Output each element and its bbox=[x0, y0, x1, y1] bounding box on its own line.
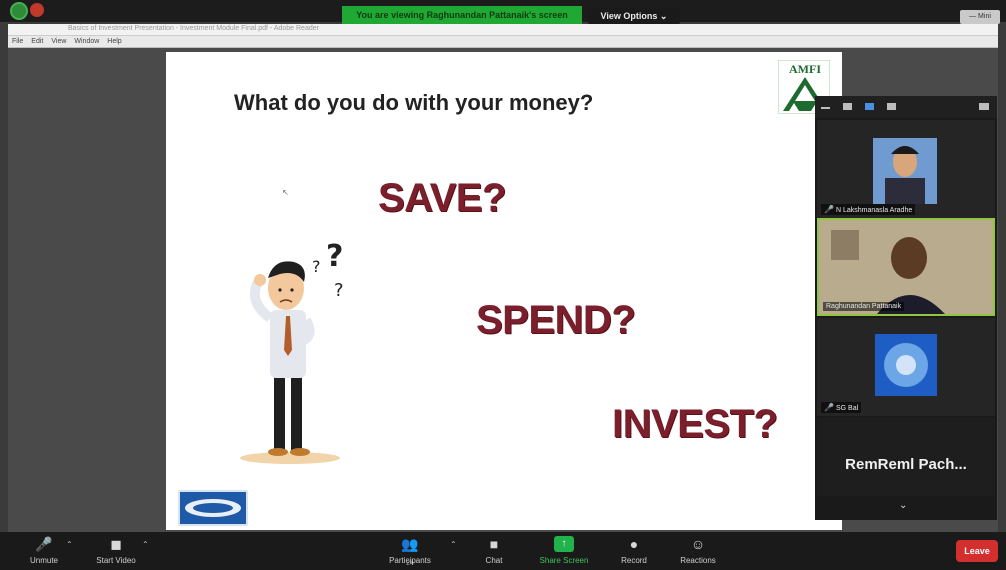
slide-title: What do you do with your money? bbox=[234, 90, 594, 115]
participants-button[interactable]: 👥24 Participants bbox=[380, 534, 440, 568]
participant-tile[interactable]: 🎤 SG Bal bbox=[817, 318, 995, 416]
start-video-label: Start Video bbox=[96, 556, 136, 565]
record-label: Record bbox=[621, 556, 647, 565]
view-strip-icon[interactable] bbox=[865, 103, 874, 110]
participant-name: SG Bal bbox=[835, 405, 859, 412]
participant-name: N Lakshmanasla Aradhe bbox=[835, 207, 913, 214]
muted-mic-icon: 🎤 bbox=[824, 205, 834, 214]
bank-logo bbox=[178, 490, 248, 526]
video-options-chevron-icon[interactable]: ⌃ bbox=[142, 540, 149, 549]
shared-window-titlebar: Basics of Investment Presentation - Inve… bbox=[8, 24, 998, 36]
chat-icon: ■ bbox=[489, 536, 499, 552]
participant-name-label: 🎤 N Lakshmanasla Aradhe bbox=[821, 204, 916, 215]
reactions-icon: ☺ bbox=[690, 536, 706, 552]
record-icon: ● bbox=[629, 536, 639, 552]
menu-file[interactable]: File bbox=[12, 36, 23, 47]
slide-word-spend: SPEND? bbox=[476, 298, 636, 342]
menu-view[interactable]: View bbox=[51, 36, 66, 47]
svg-text:?: ? bbox=[312, 257, 321, 276]
active-speaker-tile[interactable]: Raghunandan Pattanaik bbox=[817, 218, 995, 316]
reactions-label: Reactions bbox=[680, 556, 716, 565]
participant-name-label: 🎤 SG Bal bbox=[821, 402, 862, 413]
meeting-toolbar: 🎤 Unmute ⌃ ◼ Start Video ⌃ 👥24 Participa… bbox=[0, 532, 1006, 570]
record-button[interactable]: ● Record bbox=[604, 534, 664, 568]
slide-word-invest: INVEST? bbox=[612, 402, 778, 446]
chat-label: Chat bbox=[485, 556, 503, 565]
share-screen-button[interactable]: ↑ Share Screen bbox=[534, 534, 594, 568]
svg-text:?: ? bbox=[334, 280, 344, 301]
participants-icon: 👥24 bbox=[401, 536, 419, 567]
reactions-button[interactable]: ☺ Reactions bbox=[668, 534, 728, 568]
video-off-icon: ◼ bbox=[110, 536, 122, 552]
participant-name: Raghunandan Pattanaik bbox=[826, 303, 902, 310]
zoom-meeting-window: You are viewing Raghunandan Pattanaik's … bbox=[0, 0, 1006, 570]
bank-logo-emblem-icon bbox=[185, 499, 241, 517]
muted-mic-icon: 🎤 bbox=[824, 403, 834, 412]
start-video-button[interactable]: ◼ Start Video bbox=[86, 534, 146, 568]
participant-tile[interactable]: 🎤 N Lakshmanasla Aradhe bbox=[817, 120, 995, 218]
participants-options-chevron-icon[interactable]: ⌃ bbox=[450, 540, 457, 549]
participant-tile[interactable]: RemReml Pach... bbox=[817, 418, 995, 496]
top-notification-strip: You are viewing Raghunandan Pattanaik's … bbox=[0, 0, 1006, 24]
share-screen-icon: ↑ bbox=[554, 536, 574, 552]
slide-word-save: SAVE? bbox=[378, 176, 506, 220]
participant-video-panel: 🎤 N Lakshmanasla Aradhe Raghunandan Patta… bbox=[815, 96, 997, 520]
menu-window[interactable]: Window bbox=[74, 36, 99, 47]
speaker-video-icon bbox=[819, 220, 993, 314]
participant-display-name: RemReml Pach... bbox=[845, 456, 967, 473]
shared-window-menubar: File Edit View Window Help bbox=[8, 36, 998, 48]
panel-view-toolbar bbox=[815, 96, 997, 118]
shared-window-title: Basics of Investment Presentation - Inve… bbox=[68, 25, 319, 32]
participant-name-label: Raghunandan Pattanaik bbox=[823, 302, 905, 311]
menu-help[interactable]: Help bbox=[107, 36, 121, 47]
viewing-screen-banner: You are viewing Raghunandan Pattanaik's … bbox=[342, 6, 582, 24]
popout-icon[interactable] bbox=[979, 103, 989, 110]
svg-text:?: ? bbox=[326, 239, 343, 274]
chevron-down-icon[interactable]: ⌄ bbox=[899, 500, 907, 511]
unmute-label: Unmute bbox=[29, 556, 58, 565]
audio-options-chevron-icon[interactable]: ⌃ bbox=[66, 540, 73, 549]
minimize-button[interactable]: — Mini bbox=[960, 10, 1000, 24]
minimize-panel-icon[interactable] bbox=[821, 107, 830, 109]
recording-icon bbox=[30, 3, 44, 17]
unmute-button[interactable]: 🎤 Unmute bbox=[14, 534, 74, 568]
view-single-icon[interactable] bbox=[843, 103, 852, 110]
presentation-slide: What do you do with your money? AMFI ↖ S… bbox=[166, 52, 842, 530]
zoom-app-icon bbox=[10, 2, 28, 20]
leave-button[interactable]: Leave bbox=[956, 540, 998, 562]
participants-label: Participants bbox=[389, 556, 431, 565]
view-grid-icon[interactable] bbox=[887, 103, 896, 110]
menu-edit[interactable]: Edit bbox=[31, 36, 43, 47]
confused-man-illustration: ? ? ? bbox=[240, 239, 344, 464]
share-screen-label: Share Screen bbox=[539, 556, 589, 565]
muted-mic-icon: 🎤 bbox=[35, 536, 53, 552]
view-options-button[interactable]: View Options ⌄ bbox=[588, 8, 680, 24]
mouse-cursor-icon: ↖ bbox=[282, 188, 289, 197]
chat-button[interactable]: ■ Chat bbox=[464, 534, 524, 568]
